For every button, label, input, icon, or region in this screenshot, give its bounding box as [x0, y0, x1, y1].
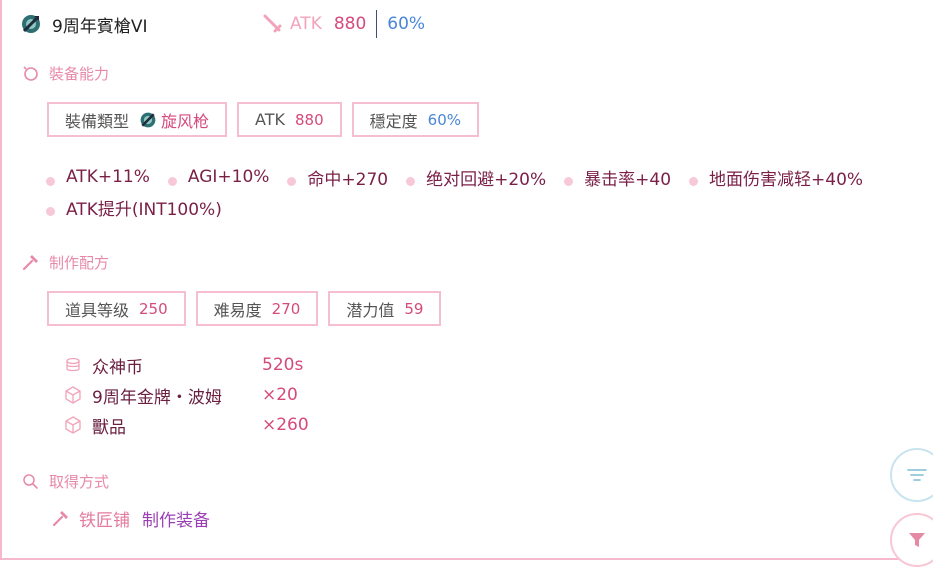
halberd-icon: [22, 15, 40, 33]
stat-text: ATK提升(INT100%): [66, 199, 222, 220]
stat-item: ATK提升(INT100%): [46, 195, 222, 220]
bullet-dot: [287, 176, 297, 186]
bullet-dot: [689, 176, 699, 186]
stat-line-1: ATK+11% AGI+10% 命中+270 绝对回避+20% 暴击率+40 地…: [46, 162, 906, 192]
potential-box: 潜力值 59: [328, 291, 442, 326]
item-level-box: 道具等级 250: [47, 291, 186, 326]
sword-icon: [263, 14, 282, 33]
hammer-icon: [22, 254, 38, 270]
detail-panel: [0, 0, 933, 560]
stat-item: ATK+11%: [46, 167, 150, 187]
stability-box: 穩定度 60%: [351, 102, 479, 137]
material-amount: ×20: [262, 385, 298, 405]
difficulty-box: 难易度 270: [195, 291, 319, 326]
acquire-row: 铁匠铺 制作装备: [52, 505, 210, 531]
halberd-icon: [140, 112, 156, 127]
item-header: 9周年賓槍VI: [20, 9, 147, 39]
weapon-type-box: 裝備類型 旋风枪: [47, 102, 228, 137]
item-level-value: 250: [139, 299, 168, 318]
stat-text: AGI+10%: [187, 167, 270, 187]
material-name[interactable]: 9周年金牌・波姆: [92, 383, 262, 408]
stat-item: 绝对回避+20%: [406, 165, 546, 190]
bullet-dot: [167, 176, 177, 186]
difficulty-label: 难易度: [213, 300, 262, 320]
material-name[interactable]: 众神币: [92, 353, 262, 378]
stability-value: 60%: [427, 110, 461, 129]
weapon-type-label: 裝備類型: [65, 111, 130, 131]
potential-value: 59: [404, 299, 424, 318]
potential-label: 潜力值: [346, 300, 395, 320]
atk-value: 880: [295, 110, 324, 129]
stat-item: 命中+270: [287, 165, 388, 190]
equip-section-header: 裝备能力: [22, 62, 109, 84]
material-row: 9周年金牌・波姆 ×20: [64, 380, 309, 410]
atk-label: ATK: [255, 110, 285, 129]
stat-text: 命中+270: [307, 169, 389, 190]
header-atk-label: ATK: [290, 14, 322, 34]
difficulty-value: 270: [271, 299, 301, 318]
material-amount: ×260: [262, 415, 309, 435]
header-stats: ATK 880 60%: [262, 9, 425, 39]
section-title: 裝备能力: [49, 64, 110, 83]
filter-icon: [909, 533, 925, 547]
material-amount: 520s: [262, 355, 304, 375]
cube-icon: [65, 386, 81, 404]
stat-item: 暴击率+40: [564, 165, 671, 190]
materials-list: 众神币 520s 9周年金牌・波姆 ×20 獸品 ×260: [64, 350, 309, 440]
item-level-label: 道具等级: [65, 300, 130, 320]
stat-line-2: ATK提升(INT100%): [46, 192, 906, 222]
stat-text: 地面伤害减轻+40%: [709, 169, 864, 190]
item-name: 9周年賓槍VI: [52, 16, 148, 37]
divider: [376, 10, 378, 38]
equip-boxes: 裝備類型 旋风枪 ATK 880 穩定度 60%: [47, 102, 479, 137]
bullet-dot: [564, 176, 574, 186]
cube-icon: [65, 416, 81, 434]
coins-icon: [66, 357, 80, 372]
material-row: 獸品 ×260: [64, 410, 309, 440]
section-title: 制作配方: [49, 253, 110, 272]
craft-boxes: 道具等级 250 难易度 270 潜力值 59: [47, 291, 442, 326]
stat-list: ATK+11% AGI+10% 命中+270 绝对回避+20% 暴击率+40 地…: [46, 162, 906, 222]
stability-label: 穩定度: [369, 111, 418, 131]
header-stability-value: 60%: [387, 14, 426, 34]
ring-icon: [23, 65, 38, 81]
bullet-dot: [406, 176, 416, 186]
search-icon: [23, 473, 38, 489]
craft-section-header: 制作配方: [22, 251, 109, 273]
acquire-source-label: 铁匠铺: [79, 510, 130, 531]
header-atk-value: 880: [333, 14, 367, 34]
stat-item: AGI+10%: [167, 167, 270, 187]
section-title: 取得方式: [49, 472, 110, 491]
acquire-method-link[interactable]: 制作装备: [142, 506, 210, 531]
weapon-type-value[interactable]: 旋风枪: [161, 108, 209, 132]
stat-item: 地面伤害减轻+40%: [689, 165, 863, 190]
sort-icon: [907, 469, 927, 481]
stat-text: 绝对回避+20%: [426, 169, 547, 190]
stat-text: ATK+11%: [66, 167, 150, 187]
bullet-dot: [46, 206, 55, 216]
material-row: 众神币 520s: [64, 350, 309, 380]
material-name[interactable]: 獸品: [92, 413, 262, 438]
stat-text: 暴击率+40: [584, 169, 672, 190]
hammer-icon: [52, 510, 68, 526]
bullet-dot: [46, 176, 55, 186]
atk-box: ATK 880: [237, 102, 342, 137]
acquire-section-header: 取得方式: [22, 470, 109, 492]
